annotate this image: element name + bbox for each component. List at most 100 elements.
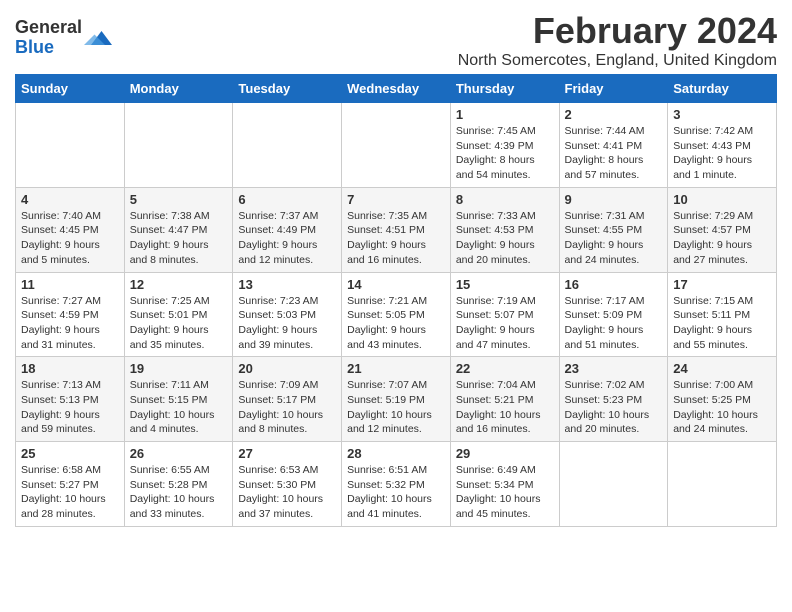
day-info: Sunrise: 6:55 AM Sunset: 5:28 PM Dayligh… bbox=[130, 463, 228, 522]
day-number: 22 bbox=[456, 361, 554, 376]
main-title: February 2024 bbox=[458, 10, 777, 52]
calendar-cell-1-6: 2Sunrise: 7:44 AM Sunset: 4:41 PM Daylig… bbox=[559, 103, 668, 188]
calendar-cell-4-3: 20Sunrise: 7:09 AM Sunset: 5:17 PM Dayli… bbox=[233, 357, 342, 442]
calendar-cell-2-3: 6 Sunrise: 7:37 AM Sunset: 4:49 PM Daylig… bbox=[233, 187, 342, 272]
calendar-cell-3-7: 17 Sunrise: 7:15 AM Sunset: 5:11 PM Dayli… bbox=[668, 272, 777, 357]
day-info: Sunrise: 7:35 AM Sunset: 4:51 PM Dayligh… bbox=[347, 209, 445, 268]
day-info: Sunrise: 7:17 AM Sunset: 5:09 PM Dayligh… bbox=[565, 294, 663, 353]
day-info: Sunrise: 7:11 AM Sunset: 5:15 PM Dayligh… bbox=[130, 378, 228, 437]
logo-blue-text: Blue bbox=[15, 38, 82, 58]
calendar-week-1: 1 Sunrise: 7:45 AM Sunset: 4:39 PM Daylig… bbox=[16, 103, 777, 188]
header-wednesday: Wednesday bbox=[342, 75, 451, 103]
calendar-table: SundayMondayTuesdayWednesdayThursdayFrid… bbox=[15, 74, 777, 527]
day-number: 9 bbox=[565, 192, 663, 207]
calendar-week-4: 18 Sunrise: 7:13 AM Sunset: 5:13 PM Dayli… bbox=[16, 357, 777, 442]
day-info: Sunrise: 7:45 AM Sunset: 4:39 PM Dayligh… bbox=[456, 124, 554, 183]
day-info: Sunrise: 7:15 AM Sunset: 5:11 PM Dayligh… bbox=[673, 294, 771, 353]
calendar-cell-3-2: 12Sunrise: 7:25 AM Sunset: 5:01 PM Dayli… bbox=[124, 272, 233, 357]
calendar-cell-2-6: 9Sunrise: 7:31 AM Sunset: 4:55 PM Daylig… bbox=[559, 187, 668, 272]
calendar-cell-5-7 bbox=[668, 442, 777, 527]
day-number: 16 bbox=[565, 277, 663, 292]
day-info: Sunrise: 7:07 AM Sunset: 5:19 PM Dayligh… bbox=[347, 378, 445, 437]
day-info: Sunrise: 7:19 AM Sunset: 5:07 PM Dayligh… bbox=[456, 294, 554, 353]
header-thursday: Thursday bbox=[450, 75, 559, 103]
day-number: 21 bbox=[347, 361, 445, 376]
logo: General Blue bbox=[15, 18, 112, 58]
header: General Blue February 2024 North Somerco… bbox=[15, 10, 777, 70]
day-number: 10 bbox=[673, 192, 771, 207]
day-number: 4 bbox=[21, 192, 119, 207]
calendar-week-2: 4 Sunrise: 7:40 AM Sunset: 4:45 PM Daylig… bbox=[16, 187, 777, 272]
calendar-cell-1-2 bbox=[124, 103, 233, 188]
day-number: 27 bbox=[238, 446, 336, 461]
calendar-cell-2-1: 4 Sunrise: 7:40 AM Sunset: 4:45 PM Daylig… bbox=[16, 187, 125, 272]
day-info: Sunrise: 7:04 AM Sunset: 5:21 PM Dayligh… bbox=[456, 378, 554, 437]
day-number: 18 bbox=[21, 361, 119, 376]
calendar-cell-1-3 bbox=[233, 103, 342, 188]
day-info: Sunrise: 6:51 AM Sunset: 5:32 PM Dayligh… bbox=[347, 463, 445, 522]
calendar-cell-3-4: 14 Sunrise: 7:21 AM Sunset: 5:05 PM Dayli… bbox=[342, 272, 451, 357]
calendar-cell-5-5: 29Sunrise: 6:49 AM Sunset: 5:34 PM Dayli… bbox=[450, 442, 559, 527]
header-monday: Monday bbox=[124, 75, 233, 103]
day-info: Sunrise: 7:37 AM Sunset: 4:49 PM Dayligh… bbox=[238, 209, 336, 268]
calendar-cell-4-2: 19 Sunrise: 7:11 AM Sunset: 5:15 PM Dayli… bbox=[124, 357, 233, 442]
calendar-cell-3-1: 11Sunrise: 7:27 AM Sunset: 4:59 PM Dayli… bbox=[16, 272, 125, 357]
day-number: 5 bbox=[130, 192, 228, 207]
day-number: 13 bbox=[238, 277, 336, 292]
calendar-cell-2-4: 7 Sunrise: 7:35 AM Sunset: 4:51 PM Daylig… bbox=[342, 187, 451, 272]
day-info: Sunrise: 7:21 AM Sunset: 5:05 PM Dayligh… bbox=[347, 294, 445, 353]
day-info: Sunrise: 7:42 AM Sunset: 4:43 PM Dayligh… bbox=[673, 124, 771, 183]
header-friday: Friday bbox=[559, 75, 668, 103]
day-number: 26 bbox=[130, 446, 228, 461]
day-number: 24 bbox=[673, 361, 771, 376]
calendar-cell-3-6: 16 Sunrise: 7:17 AM Sunset: 5:09 PM Dayli… bbox=[559, 272, 668, 357]
day-number: 3 bbox=[673, 107, 771, 122]
title-section: February 2024 North Somercotes, England,… bbox=[458, 10, 777, 70]
calendar-cell-4-7: 24 Sunrise: 7:00 AM Sunset: 5:25 PM Dayli… bbox=[668, 357, 777, 442]
calendar-cell-5-3: 27Sunrise: 6:53 AM Sunset: 5:30 PM Dayli… bbox=[233, 442, 342, 527]
day-number: 6 bbox=[238, 192, 336, 207]
day-number: 15 bbox=[456, 277, 554, 292]
subtitle: North Somercotes, England, United Kingdo… bbox=[458, 52, 777, 70]
calendar-cell-1-5: 1 Sunrise: 7:45 AM Sunset: 4:39 PM Daylig… bbox=[450, 103, 559, 188]
day-info: Sunrise: 7:40 AM Sunset: 4:45 PM Dayligh… bbox=[21, 209, 119, 268]
day-info: Sunrise: 7:38 AM Sunset: 4:47 PM Dayligh… bbox=[130, 209, 228, 268]
day-number: 1 bbox=[456, 107, 554, 122]
calendar-cell-1-7: 3 Sunrise: 7:42 AM Sunset: 4:43 PM Daylig… bbox=[668, 103, 777, 188]
calendar-cell-3-3: 13Sunrise: 7:23 AM Sunset: 5:03 PM Dayli… bbox=[233, 272, 342, 357]
header-tuesday: Tuesday bbox=[233, 75, 342, 103]
day-info: Sunrise: 7:29 AM Sunset: 4:57 PM Dayligh… bbox=[673, 209, 771, 268]
calendar-cell-4-4: 21 Sunrise: 7:07 AM Sunset: 5:19 PM Dayli… bbox=[342, 357, 451, 442]
calendar-cell-5-1: 25 Sunrise: 6:58 AM Sunset: 5:27 PM Dayli… bbox=[16, 442, 125, 527]
logo-icon bbox=[84, 24, 112, 52]
calendar-cell-5-2: 26 Sunrise: 6:55 AM Sunset: 5:28 PM Dayli… bbox=[124, 442, 233, 527]
calendar-cell-5-6 bbox=[559, 442, 668, 527]
day-number: 29 bbox=[456, 446, 554, 461]
day-number: 28 bbox=[347, 446, 445, 461]
calendar-header-row: SundayMondayTuesdayWednesdayThursdayFrid… bbox=[16, 75, 777, 103]
day-info: Sunrise: 7:02 AM Sunset: 5:23 PM Dayligh… bbox=[565, 378, 663, 437]
day-info: Sunrise: 7:44 AM Sunset: 4:41 PM Dayligh… bbox=[565, 124, 663, 183]
day-number: 25 bbox=[21, 446, 119, 461]
day-info: Sunrise: 6:58 AM Sunset: 5:27 PM Dayligh… bbox=[21, 463, 119, 522]
day-info: Sunrise: 7:13 AM Sunset: 5:13 PM Dayligh… bbox=[21, 378, 119, 437]
day-number: 19 bbox=[130, 361, 228, 376]
day-info: Sunrise: 7:09 AM Sunset: 5:17 PM Dayligh… bbox=[238, 378, 336, 437]
calendar-cell-2-7: 10 Sunrise: 7:29 AM Sunset: 4:57 PM Dayli… bbox=[668, 187, 777, 272]
logo-general-text: General bbox=[15, 18, 82, 38]
day-info: Sunrise: 7:33 AM Sunset: 4:53 PM Dayligh… bbox=[456, 209, 554, 268]
calendar-cell-3-5: 15 Sunrise: 7:19 AM Sunset: 5:07 PM Dayli… bbox=[450, 272, 559, 357]
day-info: Sunrise: 7:00 AM Sunset: 5:25 PM Dayligh… bbox=[673, 378, 771, 437]
day-number: 14 bbox=[347, 277, 445, 292]
calendar-cell-2-2: 5 Sunrise: 7:38 AM Sunset: 4:47 PM Daylig… bbox=[124, 187, 233, 272]
day-number: 7 bbox=[347, 192, 445, 207]
day-number: 23 bbox=[565, 361, 663, 376]
calendar-cell-1-4 bbox=[342, 103, 451, 188]
calendar-cell-4-6: 23 Sunrise: 7:02 AM Sunset: 5:23 PM Dayli… bbox=[559, 357, 668, 442]
calendar-cell-4-1: 18 Sunrise: 7:13 AM Sunset: 5:13 PM Dayli… bbox=[16, 357, 125, 442]
calendar-week-3: 11Sunrise: 7:27 AM Sunset: 4:59 PM Dayli… bbox=[16, 272, 777, 357]
calendar-cell-2-5: 8Sunrise: 7:33 AM Sunset: 4:53 PM Daylig… bbox=[450, 187, 559, 272]
header-saturday: Saturday bbox=[668, 75, 777, 103]
day-number: 17 bbox=[673, 277, 771, 292]
day-info: Sunrise: 7:27 AM Sunset: 4:59 PM Dayligh… bbox=[21, 294, 119, 353]
